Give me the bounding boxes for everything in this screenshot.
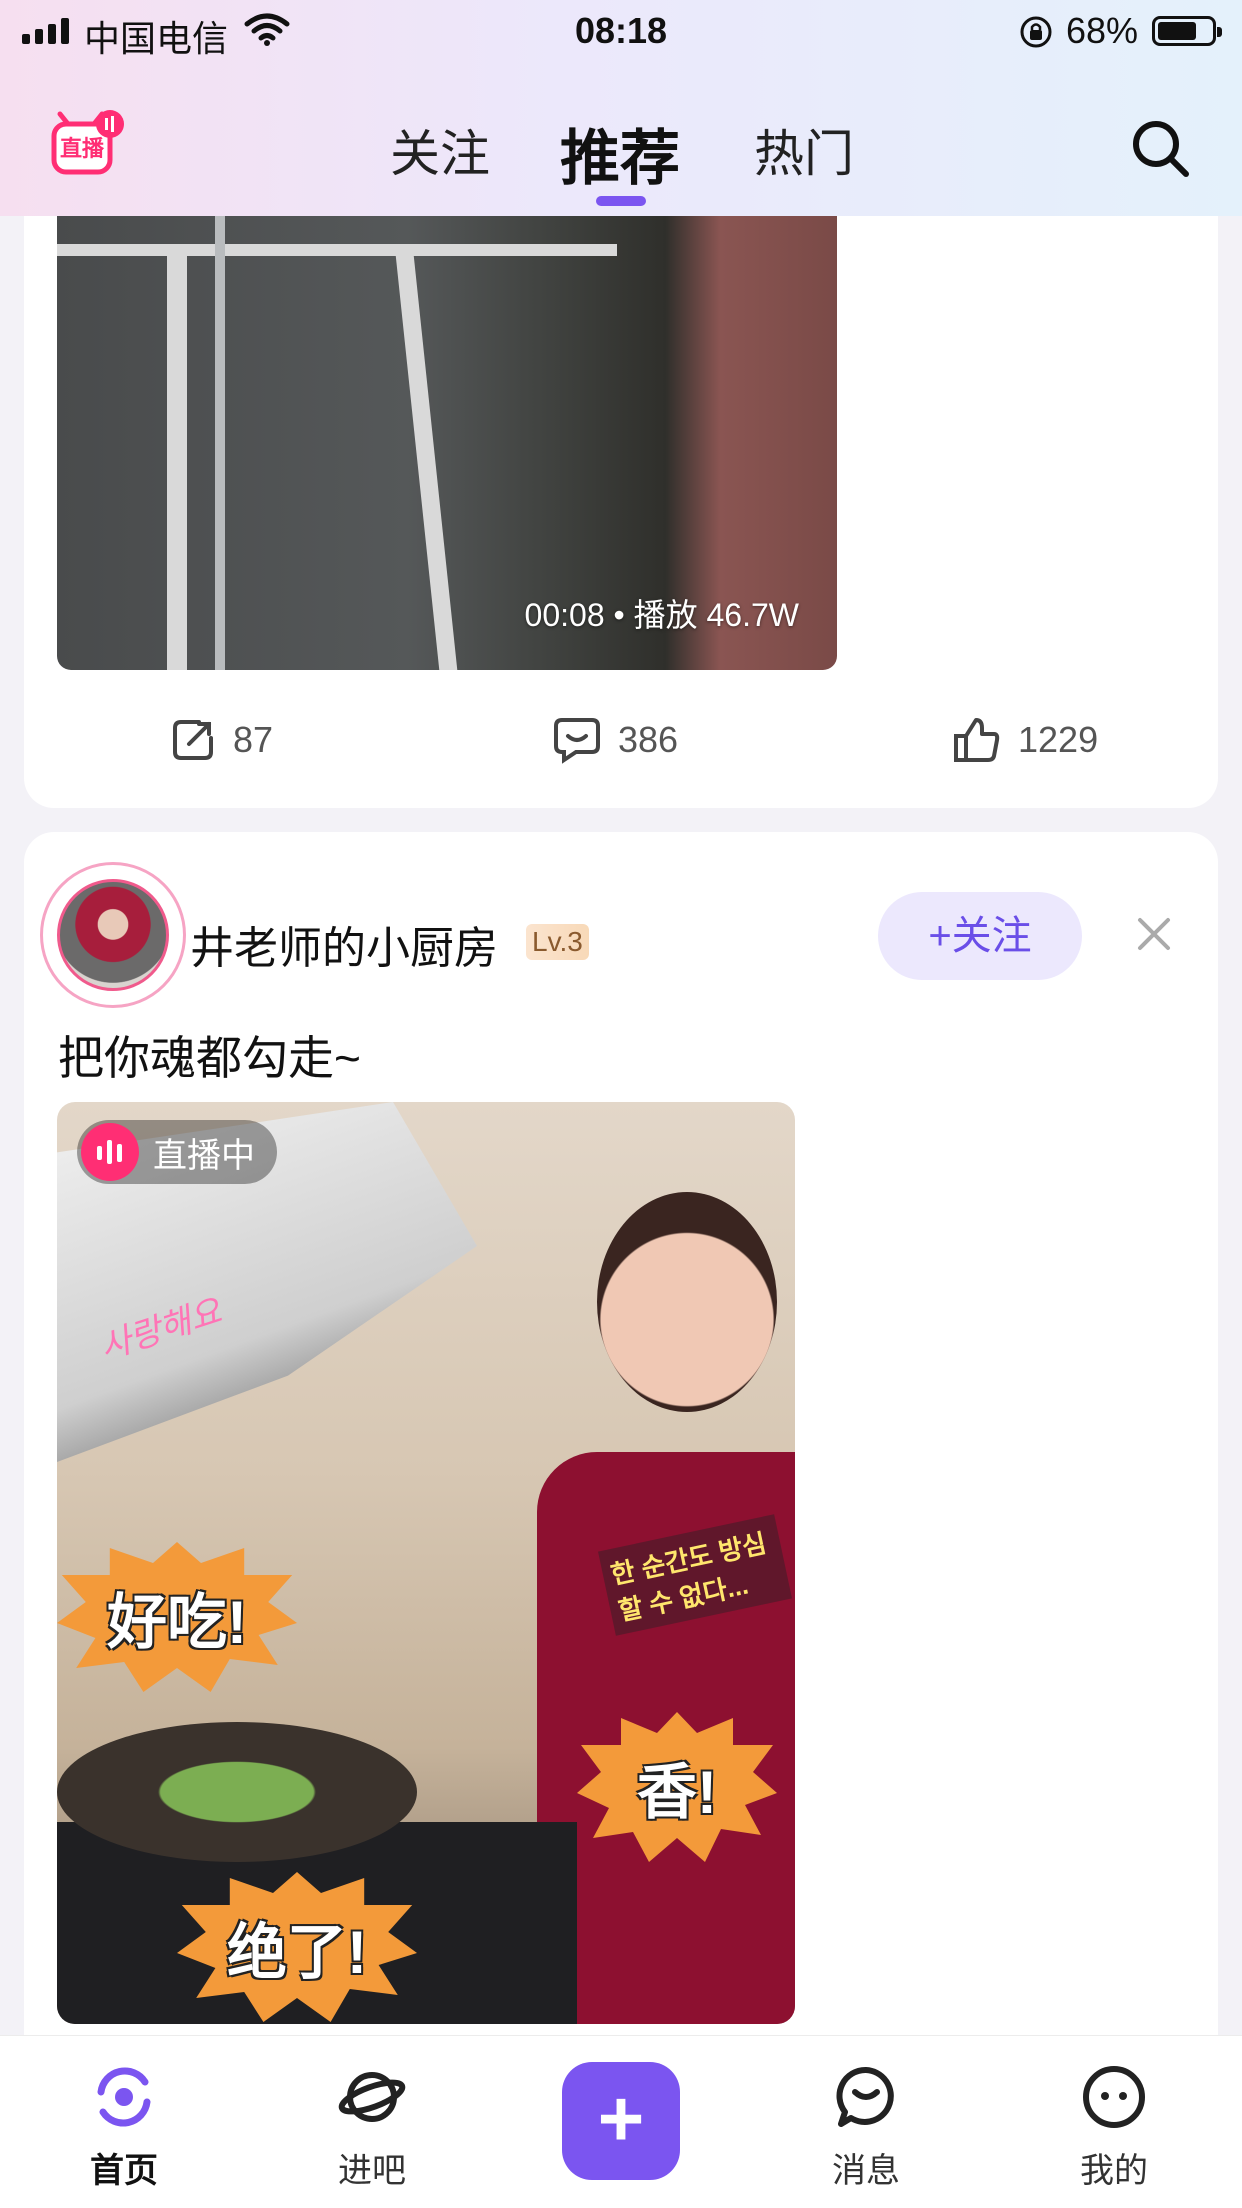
avatar [57,879,169,991]
feed-card: 00:08 • 播放 46.7W 87 386 1229 [24,150,1218,808]
search-icon[interactable] [1130,118,1192,180]
nav-messages[interactable]: 消息 [786,2062,946,2192]
tab-following[interactable]: 关注 [390,114,490,186]
rotation-lock-icon [1020,16,1052,48]
live-badge-label: 直播中 [153,1136,255,1175]
nav-profile[interactable]: 我的 [1034,2062,1194,2192]
nav-messages-label: 消息 [832,2152,900,2190]
bottom-nav: 首页 进吧 + 消息 我的 [0,2035,1242,2208]
post-actions: 87 386 1229 [24,716,1218,786]
share-icon [173,720,213,760]
message-icon [836,2066,894,2127]
like-button[interactable]: 1229 [952,716,1098,764]
feed-card: 井老师的小厨房 Lv.3 +关注 把你魂都勾走~ 直播中 사랑해요 好吃! 香!… [24,832,1218,2072]
post-text: 把你魂都勾走~ [58,1032,361,1084]
like-count: 1229 [1018,719,1099,760]
share-button[interactable]: 87 [169,716,273,764]
active-tab-indicator [596,196,646,206]
top-header: 中国电信 08:18 68% 直播 关注 推荐 热门 [0,0,1242,216]
tab-recommended[interactable]: 推荐 [560,110,680,197]
video-thumbnail[interactable]: 00:08 • 播放 46.7W [57,216,837,670]
live-stream-thumbnail[interactable]: 直播中 사랑해요 好吃! 香! 绝了! 한 순간도 방심할 수 없다... [57,1102,795,2024]
share-count: 87 [233,719,274,760]
comment-button[interactable]: 386 [552,716,678,764]
nav-home[interactable]: 首页 [44,2062,204,2192]
battery-percent: 68% [1066,10,1139,51]
planet-icon [338,2072,406,2122]
level-badge: Lv.3 [526,924,589,960]
author-name[interactable]: 井老师的小厨房 [190,912,498,976]
nav-bar-label: 进吧 [338,2152,406,2190]
video-duration-plays: 00:08 • 播放 46.7W [524,597,799,633]
feed-tabs: 关注 推荐 热门 [0,110,1242,210]
sticker-tasty: 好吃! [57,1542,297,1692]
nav-bar[interactable]: 进吧 [292,2062,452,2192]
nav-home-label: 首页 [90,2152,158,2190]
home-icon [97,2067,151,2127]
follow-button[interactable]: +关注 [878,892,1082,980]
live-badge: 直播中 [77,1120,277,1184]
status-bar: 中国电信 08:18 68% [0,0,1242,62]
comment-count: 386 [618,719,679,760]
profile-icon [1083,2066,1145,2128]
nav-profile-label: 我的 [1080,2152,1148,2190]
close-icon[interactable] [1136,916,1172,952]
live-bars-icon [81,1123,139,1181]
author-avatar[interactable] [40,862,186,1008]
battery-icon [1152,16,1222,46]
add-button[interactable]: + [562,2062,680,2180]
streamer-image [597,1192,777,1412]
comment-icon [554,718,600,764]
status-time: 08:18 [574,10,668,51]
tab-hot[interactable]: 热门 [754,114,854,186]
thumbs-up-icon [954,718,1000,762]
pan-image [57,1722,417,1862]
add-icon: + [597,2074,645,2163]
